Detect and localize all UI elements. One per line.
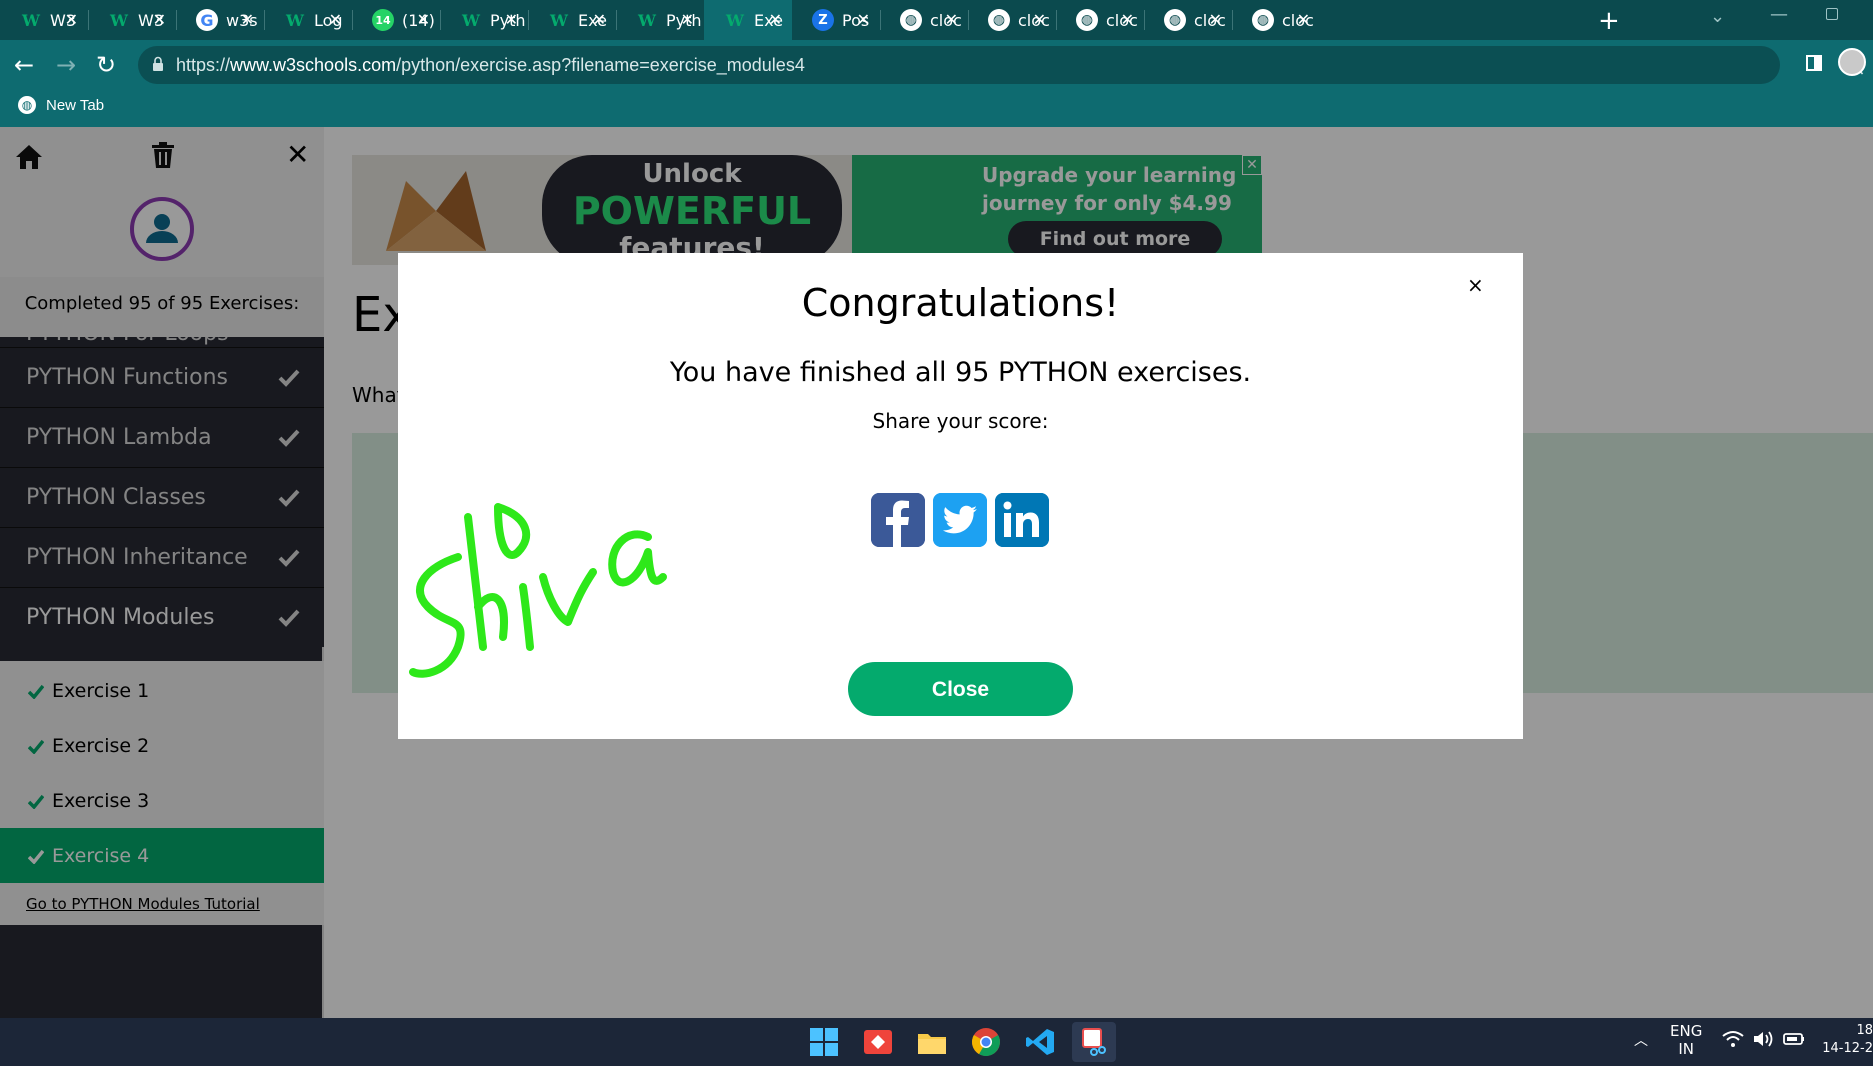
minimize-icon[interactable]: —: [1770, 4, 1788, 25]
tab-search-icon[interactable]: ⌄: [1710, 6, 1725, 27]
tab-close-icon[interactable]: ✕: [1033, 10, 1046, 29]
file-explorer-icon[interactable]: [916, 1026, 948, 1058]
browser-tab[interactable]: ◍ cloc ✕: [1144, 0, 1232, 40]
clock[interactable]: 18 14-12-2: [1822, 1022, 1873, 1058]
snipping-tool-icon: [1082, 1028, 1106, 1056]
url-prefix: https://: [176, 55, 231, 75]
snipping-tool-active[interactable]: [1072, 1022, 1116, 1062]
close-button[interactable]: Close: [848, 662, 1073, 716]
url-path: /python/exercise.asp?filename=exercise_m…: [396, 55, 805, 75]
bookmark-new-tab[interactable]: ◍ New Tab: [18, 96, 104, 114]
share-label: Share your score:: [872, 409, 1049, 433]
clock-date: 14-12-2: [1822, 1041, 1873, 1056]
clock-time: 18: [1856, 1023, 1873, 1038]
tab-close-icon[interactable]: ✕: [241, 10, 254, 29]
w3schools-icon: W: [550, 10, 568, 30]
w3schools-icon: W: [22, 10, 40, 30]
modal-title: Congratulations!: [801, 281, 1120, 325]
browser-tab[interactable]: W Log ✕: [264, 0, 352, 40]
browser-tab[interactable]: 14 (14) ✕: [352, 0, 440, 40]
globe-icon: ◍: [900, 9, 922, 31]
tab-close-icon[interactable]: ✕: [65, 10, 78, 29]
tab-close-icon[interactable]: ✕: [1297, 10, 1310, 29]
browser-tab[interactable]: ◍ cloc ✕: [1056, 0, 1144, 40]
linkedin-icon[interactable]: [995, 493, 1049, 547]
tab-close-icon[interactable]: ✕: [769, 10, 782, 29]
battery-icon[interactable]: [1782, 1030, 1806, 1048]
facebook-icon[interactable]: [871, 493, 925, 547]
w3schools-icon: W: [462, 10, 480, 30]
tray-chevron-icon[interactable]: ︿: [1634, 1030, 1648, 1050]
globe-icon: ◍: [1164, 9, 1186, 31]
profile-avatar[interactable]: [1838, 48, 1866, 76]
browser-tab[interactable]: W Pyth ✕: [440, 0, 528, 40]
browser-tab[interactable]: W Exe ✕: [704, 0, 792, 40]
zoom-icon: Z: [812, 9, 834, 31]
tab-close-icon[interactable]: ✕: [681, 10, 694, 29]
browser-tab[interactable]: W Pyth ✕: [616, 0, 704, 40]
tab-close-icon[interactable]: ✕: [945, 10, 958, 29]
w3schools-icon: W: [638, 10, 656, 30]
language-indicator[interactable]: ENG IN: [1670, 1022, 1702, 1058]
reload-icon[interactable]: ↻: [96, 50, 116, 80]
wifi-icon[interactable]: [1722, 1030, 1744, 1048]
tab-close-icon[interactable]: ✕: [153, 10, 166, 29]
url-text: https://www.w3schools.com/python/exercis…: [176, 55, 805, 76]
forward-icon[interactable]: →: [56, 50, 76, 80]
globe-icon: ◍: [1252, 9, 1274, 31]
vscode-icon[interactable]: [1024, 1026, 1056, 1058]
back-icon[interactable]: ←: [14, 50, 34, 80]
whatsapp-icon: 14: [372, 9, 394, 31]
w3schools-icon: W: [110, 10, 128, 30]
lock-icon: [153, 56, 163, 71]
globe-icon: ◍: [1076, 9, 1098, 31]
lang-primary: ENG: [1670, 1022, 1703, 1040]
address-bar[interactable]: https://www.w3schools.com/python/exercis…: [138, 46, 1865, 84]
tab-close-icon[interactable]: ✕: [857, 10, 870, 29]
w3schools-icon: W: [726, 10, 744, 30]
twitter-icon[interactable]: [933, 493, 987, 547]
taskbar: ︿ ENG IN 18 14-12-2: [0, 1018, 1873, 1066]
browser-tab[interactable]: W W3 ✕: [0, 0, 88, 40]
modal-message: You have finished all 95 PYTHON exercise…: [669, 357, 1252, 388]
browser-tab[interactable]: W W3 ✕: [88, 0, 176, 40]
bookmarks-bar: ◍ New Tab: [0, 90, 1873, 127]
volume-icon[interactable]: [1752, 1030, 1774, 1048]
browser-tab[interactable]: Gw3s ✕: [176, 0, 264, 40]
maximize-icon[interactable]: [1826, 8, 1838, 20]
browser-tab[interactable]: ◍ cloc ✕: [968, 0, 1056, 40]
url-domain: www.w3schools.com: [230, 55, 397, 75]
globe-icon: ◍: [988, 9, 1010, 31]
handwritten-signature-icon: [409, 503, 667, 678]
chrome-icon[interactable]: [970, 1026, 1002, 1058]
tab-close-icon[interactable]: ✕: [329, 10, 342, 29]
browser-tab[interactable]: ◍ cloc ✕: [880, 0, 968, 40]
windows-start-icon[interactable]: [808, 1026, 840, 1058]
browser-tab[interactable]: ◍ cloc ✕: [1232, 0, 1320, 40]
tab-strip: W W3 ✕ W W3 ✕ Gw3s ✕ W Log ✕ 14 (14) ✕ W Pyth ✕ W Exe ✕ W Pyt…: [0, 0, 1873, 40]
tab-close-icon[interactable]: ✕: [1209, 10, 1222, 29]
tab-close-icon[interactable]: ✕: [593, 10, 606, 29]
new-tab-button[interactable]: +: [1598, 6, 1620, 36]
page: Unlock POWERFUL features! Upgrade your l…: [0, 127, 1873, 1018]
lang-region: IN: [1678, 1040, 1694, 1058]
tab-close-icon[interactable]: ✕: [505, 10, 518, 29]
anydesk-icon[interactable]: [862, 1026, 894, 1058]
browser-tab[interactable]: W Exe ✕: [528, 0, 616, 40]
google-icon: G: [196, 9, 218, 31]
tab-close-icon[interactable]: ✕: [1121, 10, 1134, 29]
globe-icon: ◍: [18, 96, 36, 114]
browser-tab[interactable]: Z Pos ✕: [792, 0, 880, 40]
tab-close-icon[interactable]: ✕: [417, 10, 430, 29]
w3schools-icon: W: [286, 10, 304, 30]
side-panel-icon[interactable]: [1806, 55, 1822, 71]
bookmark-label: New Tab: [46, 96, 105, 114]
